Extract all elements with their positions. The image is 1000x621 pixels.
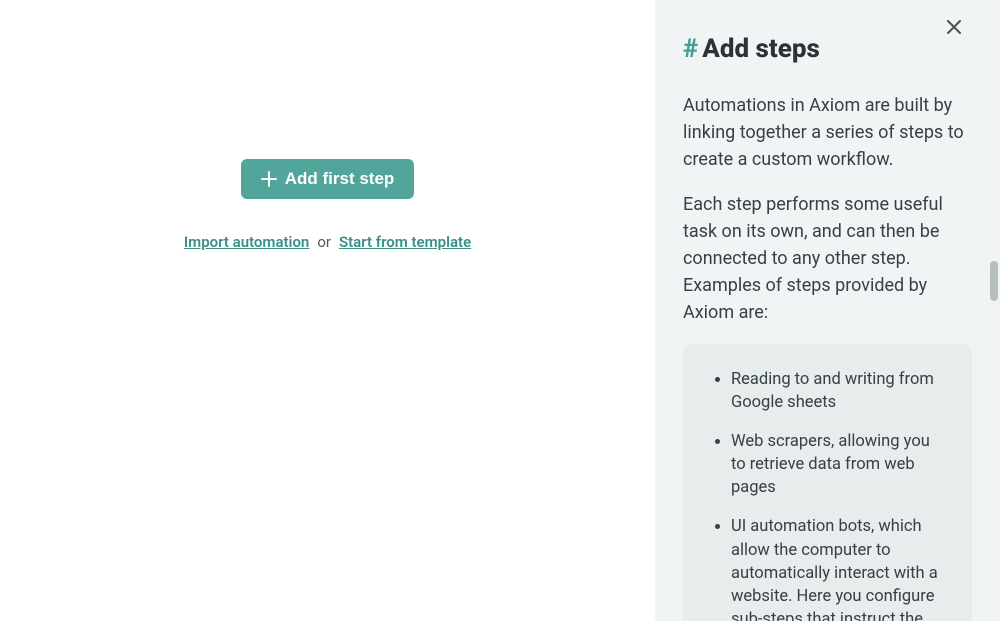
plus-icon [261, 171, 277, 187]
secondary-actions: Import automation or Start from template [184, 233, 471, 251]
panel-title: Add steps [702, 34, 820, 64]
scrollbar-thumb[interactable] [990, 261, 998, 301]
import-automation-link[interactable]: Import automation [184, 233, 309, 251]
examples-list: Reading to and writing from Google sheet… [711, 368, 948, 621]
list-item: Reading to and writing from Google sheet… [731, 368, 948, 414]
close-icon [947, 20, 961, 37]
panel-paragraph-2: Each step performs some useful task on i… [683, 191, 972, 326]
or-text: or [317, 233, 331, 251]
scrollbar[interactable] [988, 0, 998, 621]
hash-icon: # [683, 34, 698, 64]
add-first-step-button[interactable]: Add first step [241, 159, 415, 199]
list-item: Web scrapers, allowing you to retrieve d… [731, 430, 948, 499]
close-panel-button[interactable] [942, 16, 966, 40]
help-panel: # Add steps Automations in Axiom are bui… [655, 0, 1000, 621]
main-canvas: Add first step Import automation or Star… [0, 0, 655, 621]
start-from-template-link[interactable]: Start from template [339, 233, 471, 251]
panel-body: Automations in Axiom are built by linkin… [683, 92, 972, 621]
panel-paragraph-1: Automations in Axiom are built by linkin… [683, 92, 972, 173]
panel-heading: # Add steps [683, 34, 972, 64]
list-item: UI automation bots, which allow the comp… [731, 515, 948, 621]
examples-box: Reading to and writing from Google sheet… [683, 344, 972, 621]
add-first-step-label: Add first step [285, 169, 395, 189]
